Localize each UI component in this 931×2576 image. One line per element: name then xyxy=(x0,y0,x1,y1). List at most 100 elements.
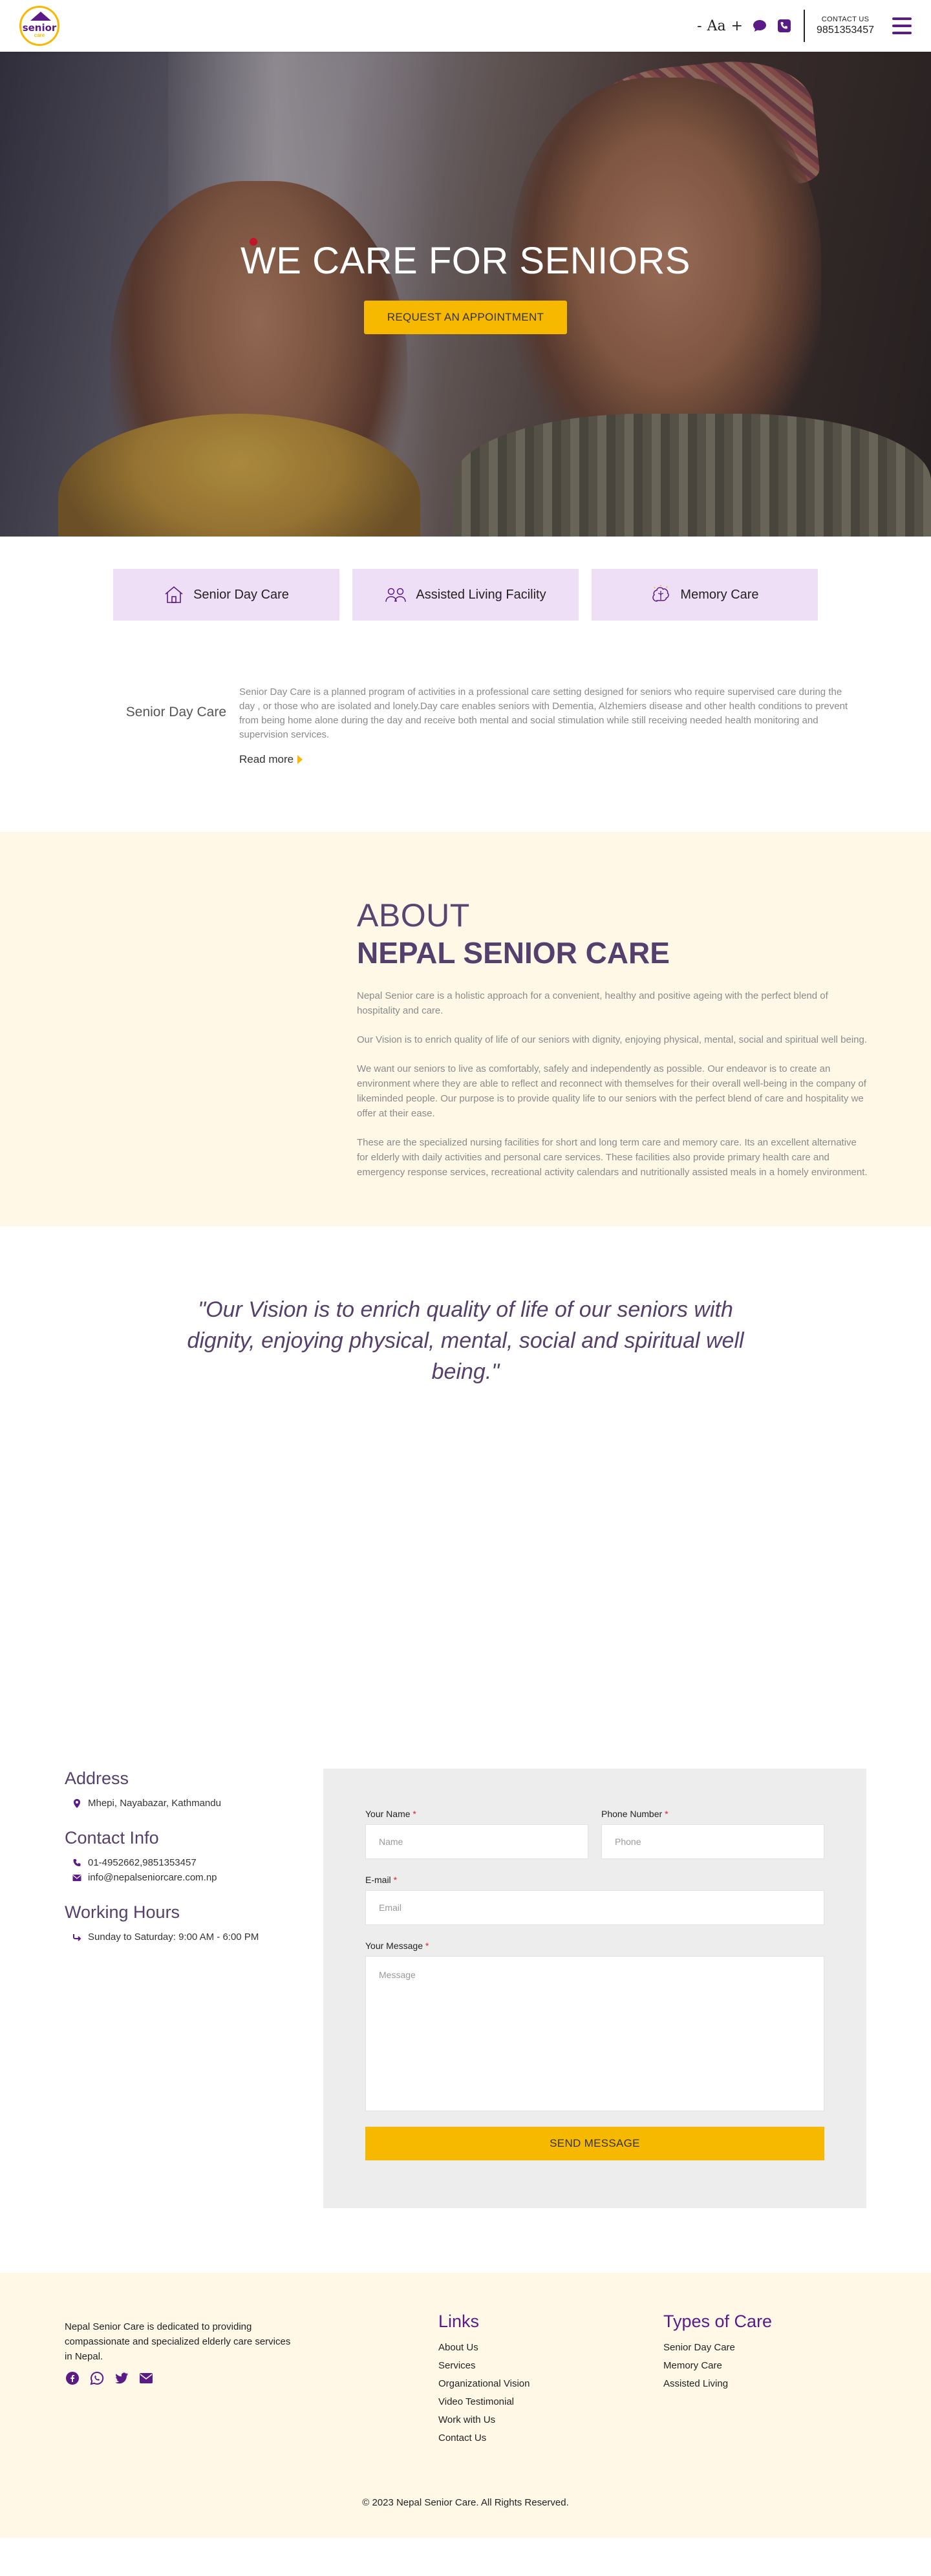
footer-link-services[interactable]: Services xyxy=(438,2360,663,2371)
service-tabs: Senior Day Care Assisted Living Facility… xyxy=(0,569,931,621)
people-icon xyxy=(385,588,407,602)
about-section: ABOUT NEPAL SENIOR CARE Nepal Senior car… xyxy=(0,832,931,1226)
footer-about-text: Nepal Senior Care is dedicated to provid… xyxy=(65,2321,291,2362)
request-appointment-button[interactable]: REQUEST AN APPOINTMENT xyxy=(363,301,568,334)
hero-title: WE CARE FOR SENIORS xyxy=(241,240,690,282)
email-input[interactable]: Email xyxy=(365,1890,824,1925)
arrow-turn-icon xyxy=(73,1933,81,1941)
about-title: NEPAL SENIOR CARE xyxy=(357,936,670,970)
header-divider xyxy=(804,10,806,42)
email-row[interactable]: info@nepalseniorcare.com.np xyxy=(72,1872,323,1883)
message-field-group: Your Message * Message xyxy=(365,1941,824,2111)
footer-link-memory-care[interactable]: Memory Care xyxy=(663,2360,866,2371)
about-paragraph: These are the specialized nursing facili… xyxy=(357,1137,868,1178)
phone-label: Phone Number * xyxy=(601,1809,669,1819)
tab-memory-care[interactable]: Memory Care xyxy=(592,569,818,621)
phone-row[interactable]: 01-4952662,9851353457 xyxy=(72,1857,323,1868)
footer-link-contact-us[interactable]: Contact Us xyxy=(438,2432,663,2443)
contact-section: Address Mhepi, Nayabazar, Kathmandu Cont… xyxy=(0,1769,931,2208)
phone-icon[interactable] xyxy=(776,18,792,34)
house-icon xyxy=(165,586,183,603)
hero-banner: WE CARE FOR SENIORS REQUEST AN APPOINTME… xyxy=(0,52,931,537)
site-logo[interactable]: senior care xyxy=(19,6,59,46)
header-contact[interactable]: CONTACT US 9851353457 xyxy=(817,16,874,36)
name-label: Your Name * xyxy=(365,1809,416,1819)
tab-assisted-living[interactable]: Assisted Living Facility xyxy=(352,569,579,621)
address-heading: Address xyxy=(65,1769,129,1788)
social-links xyxy=(65,2370,438,2386)
font-reset-button[interactable]: Aa xyxy=(707,18,726,34)
email-label: E-mail * xyxy=(365,1875,398,1885)
whatsapp-icon[interactable] xyxy=(89,2370,105,2386)
site-footer: Nepal Senior Care is dedicated to provid… xyxy=(0,2273,931,2538)
logo-text: senior xyxy=(22,21,57,34)
about-pretitle: ABOUT xyxy=(357,897,470,933)
vision-quote: "Our Vision is to enrich quality of life… xyxy=(187,1297,744,1384)
hours-text: Sunday to Saturday: 9:00 AM - 6:00 PM xyxy=(88,1932,259,1943)
contact-number[interactable]: 9851353457 xyxy=(817,24,874,36)
hero-content: WE CARE FOR SENIORS REQUEST AN APPOINTME… xyxy=(0,239,931,334)
about-paragraph: Our Vision is to enrich quality of life … xyxy=(357,1034,868,1045)
footer-link-assisted-living[interactable]: Assisted Living xyxy=(663,2378,866,2389)
phone-icon xyxy=(73,1858,81,1866)
envelope-icon xyxy=(72,1874,81,1881)
contact-info-group: Contact Info 01-4952662,9851353457 info@… xyxy=(65,1828,323,1883)
hours-group: Working Hours Sunday to Saturday: 9:00 A… xyxy=(65,1902,323,1943)
tab-label: Senior Day Care xyxy=(193,587,289,602)
name-field-group: Your Name * Name xyxy=(365,1809,588,1859)
service-detail: Senior Day Care Senior Day Care is a pla… xyxy=(71,685,860,767)
hours-heading: Working Hours xyxy=(65,1902,180,1922)
map-pin-icon xyxy=(74,1798,80,1808)
footer-link-work-with-us[interactable]: Work with Us xyxy=(438,2414,663,2425)
arrow-right-icon xyxy=(297,755,303,764)
address-row: Mhepi, Nayabazar, Kathmandu xyxy=(72,1798,323,1809)
phone-input[interactable]: Phone xyxy=(601,1824,824,1859)
types-heading: Types of Care xyxy=(663,2312,773,2331)
about-paragraph: Nepal Senior care is a holistic approach… xyxy=(357,990,828,1016)
phone-text: 01-4952662,9851353457 xyxy=(88,1857,197,1868)
footer-link-organizational-vision[interactable]: Organizational Vision xyxy=(438,2378,663,2389)
service-detail-body: Senior Day Care is a planned program of … xyxy=(239,685,860,767)
site-header: senior care - Aa + CONTACT US 9851353457 xyxy=(0,0,931,52)
send-message-button[interactable]: SEND MESSAGE xyxy=(365,2127,824,2160)
font-size-controls: - Aa + xyxy=(697,18,743,34)
logo-house-icon xyxy=(30,12,51,21)
mail-icon[interactable] xyxy=(138,2370,154,2386)
contact-form: Your Name * Name Phone Number * Phone E-… xyxy=(323,1769,866,2208)
read-more-label: Read more xyxy=(239,753,294,765)
message-label: Your Message * xyxy=(365,1941,429,1951)
address-text: Mhepi, Nayabazar, Kathmandu xyxy=(88,1798,221,1809)
tab-label: Memory Care xyxy=(680,587,759,602)
facebook-icon[interactable] xyxy=(65,2370,80,2386)
chat-icon[interactable] xyxy=(752,18,767,34)
address-group: Address Mhepi, Nayabazar, Kathmandu xyxy=(65,1769,323,1809)
twitter-icon[interactable] xyxy=(114,2370,129,2386)
message-textarea[interactable]: Message xyxy=(365,1956,824,2111)
menu-icon[interactable] xyxy=(892,17,912,34)
copyright-text: © 2023 Nepal Senior Care. All Rights Res… xyxy=(362,2497,569,2508)
footer-about: Nepal Senior Care is dedicated to provid… xyxy=(65,2312,438,2451)
logo-subtext: care xyxy=(34,32,45,38)
name-input[interactable]: Name xyxy=(365,1824,588,1859)
footer-link-video-testimonial[interactable]: Video Testimonial xyxy=(438,2396,663,2407)
service-detail-title: Senior Day Care xyxy=(125,705,226,719)
phone-field-group: Phone Number * Phone xyxy=(601,1809,824,1859)
about-paragraph: We want our seniors to live as comfortab… xyxy=(357,1063,866,1119)
footer-links: Links About Us Services Organizational V… xyxy=(438,2312,663,2451)
email-text: info@nepalseniorcare.com.np xyxy=(88,1872,217,1883)
links-heading: Links xyxy=(438,2312,480,2331)
tab-senior-day-care[interactable]: Senior Day Care xyxy=(113,569,339,621)
service-detail-text: Senior Day Care is a planned program of … xyxy=(239,687,848,740)
read-more-link[interactable]: Read more xyxy=(239,752,303,767)
header-tools: - Aa + CONTACT US 9851353457 xyxy=(697,10,912,42)
contact-info: Address Mhepi, Nayabazar, Kathmandu Cont… xyxy=(65,1769,323,2208)
footer-link-senior-day-care[interactable]: Senior Day Care xyxy=(663,2342,866,2353)
font-decrease-button[interactable]: - xyxy=(697,18,701,34)
footer-care-types: Types of Care Senior Day Care Memory Car… xyxy=(663,2312,866,2451)
hours-row: Sunday to Saturday: 9:00 AM - 6:00 PM xyxy=(72,1932,323,1943)
contact-info-heading: Contact Info xyxy=(65,1828,159,1847)
brain-icon xyxy=(652,585,670,602)
footer-link-about-us[interactable]: About Us xyxy=(438,2342,663,2353)
font-increase-button[interactable]: + xyxy=(731,18,743,34)
contact-label: CONTACT US xyxy=(821,15,870,23)
